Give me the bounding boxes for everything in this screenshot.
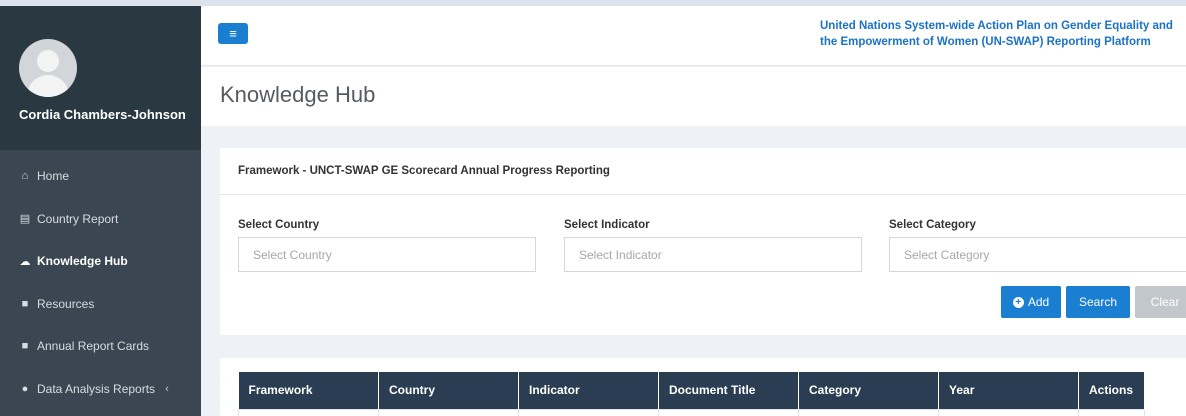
avatar-body (27, 75, 69, 97)
sidebar: Cordia Chambers-Johnson ⌂ Home ▤ Country… (0, 6, 201, 416)
page-header: Knowledge Hub (201, 67, 1186, 126)
sidebar-item-home[interactable]: ⌂ Home (0, 155, 201, 198)
indicator-select[interactable]: Select Indicator (564, 237, 862, 272)
chevron-left-icon: ‹ (165, 382, 169, 395)
sidebar-item-label: Resources (37, 296, 95, 311)
sidebar-item-country-report[interactable]: ▤ Country Report (0, 198, 201, 241)
cloud-icon: ☁ (19, 255, 31, 268)
add-button-label: Add (1027, 295, 1050, 309)
file-icon: ▤ (19, 213, 31, 226)
globe-icon: ● (21, 382, 29, 395)
results-table: Framework Country Indicator Document Tit… (238, 372, 1145, 416)
category-label: Select Category (889, 219, 976, 231)
sidebar-item-knowledge-hub[interactable]: ☁ Knowledge Hub (0, 240, 201, 283)
sidebar-item-data-analysis-reports[interactable]: ● Data Analysis Reports ‹ (0, 368, 201, 411)
avatar (19, 39, 77, 97)
avatar-head (37, 50, 59, 72)
briefcase-icon: ■ (21, 297, 29, 310)
sidebar-item-resources[interactable]: ■ Resources (0, 283, 201, 326)
sidebar-item-label: Country Report (37, 211, 119, 226)
column-header-framework[interactable]: Framework (238, 372, 379, 409)
column-header-indicator[interactable]: Indicator (518, 372, 659, 409)
table-cell (238, 408, 379, 416)
plus-circle-icon: + (1012, 296, 1024, 308)
category-select[interactable]: Select Category (889, 237, 1186, 272)
table-cell (798, 408, 939, 416)
page-title: Knowledge Hub (220, 82, 376, 107)
sidebar-item-label: Annual Report Cards (37, 339, 150, 354)
platform-title[interactable]: United Nations System-wide Action Plan o… (820, 18, 1186, 50)
home-icon: ⌂ (21, 170, 29, 183)
app-window: Cordia Chambers-Johnson ⌂ Home ▤ Country… (0, 6, 1186, 416)
platform-title-line1: United Nations System-wide Action Plan o… (820, 20, 1173, 32)
sidebar-item-label: Knowledge Hub (37, 254, 128, 269)
main-content: ≡ United Nations System-wide Action Plan… (201, 6, 1186, 416)
table-cell (658, 408, 799, 416)
table-header-row: Framework Country Indicator Document Tit… (238, 372, 1145, 409)
table-cell (518, 408, 659, 416)
sidebar-item-label: Data Analysis Reports (37, 381, 156, 396)
results-panel: Framework Country Indicator Document Tit… (220, 358, 1186, 416)
search-button[interactable]: Search (1066, 286, 1130, 318)
country-label: Select Country (238, 219, 320, 231)
country-select[interactable]: Select Country (238, 237, 536, 272)
sidebar-nav: ⌂ Home ▤ Country Report ☁ Knowledge Hub … (0, 155, 201, 410)
column-header-year[interactable]: Year (938, 372, 1079, 409)
table-cell (378, 408, 519, 416)
top-bar: ≡ United Nations System-wide Action Plan… (201, 6, 1186, 66)
column-header-actions: Actions (1078, 372, 1145, 409)
table-cell (938, 408, 1079, 416)
clear-button[interactable]: Clear (1135, 286, 1186, 318)
filter-panel: Framework - UNCT-SWAP GE Scorecard Annua… (220, 148, 1186, 335)
sidebar-item-annual-report-cards[interactable]: ■ Annual Report Cards (0, 325, 201, 368)
indicator-label: Select Indicator (564, 219, 650, 231)
column-header-country[interactable]: Country (378, 372, 519, 409)
user-name: Cordia Chambers-Johnson (19, 107, 186, 122)
user-panel: Cordia Chambers-Johnson (0, 6, 201, 150)
briefcase-icon: ■ (21, 340, 29, 353)
framework-heading: Framework - UNCT-SWAP GE Scorecard Annua… (220, 148, 1186, 195)
menu-toggle-button[interactable]: ≡ (218, 23, 248, 44)
add-button[interactable]: + Add (1001, 286, 1061, 318)
platform-title-line2: the Empowerment of Women (UN-SWAP) Repor… (820, 36, 1151, 48)
table-row (238, 408, 1145, 416)
sidebar-item-label: Home (37, 169, 70, 184)
column-header-document-title[interactable]: Document Title (658, 372, 799, 409)
column-header-category[interactable]: Category (798, 372, 939, 409)
table-cell (1078, 408, 1145, 416)
